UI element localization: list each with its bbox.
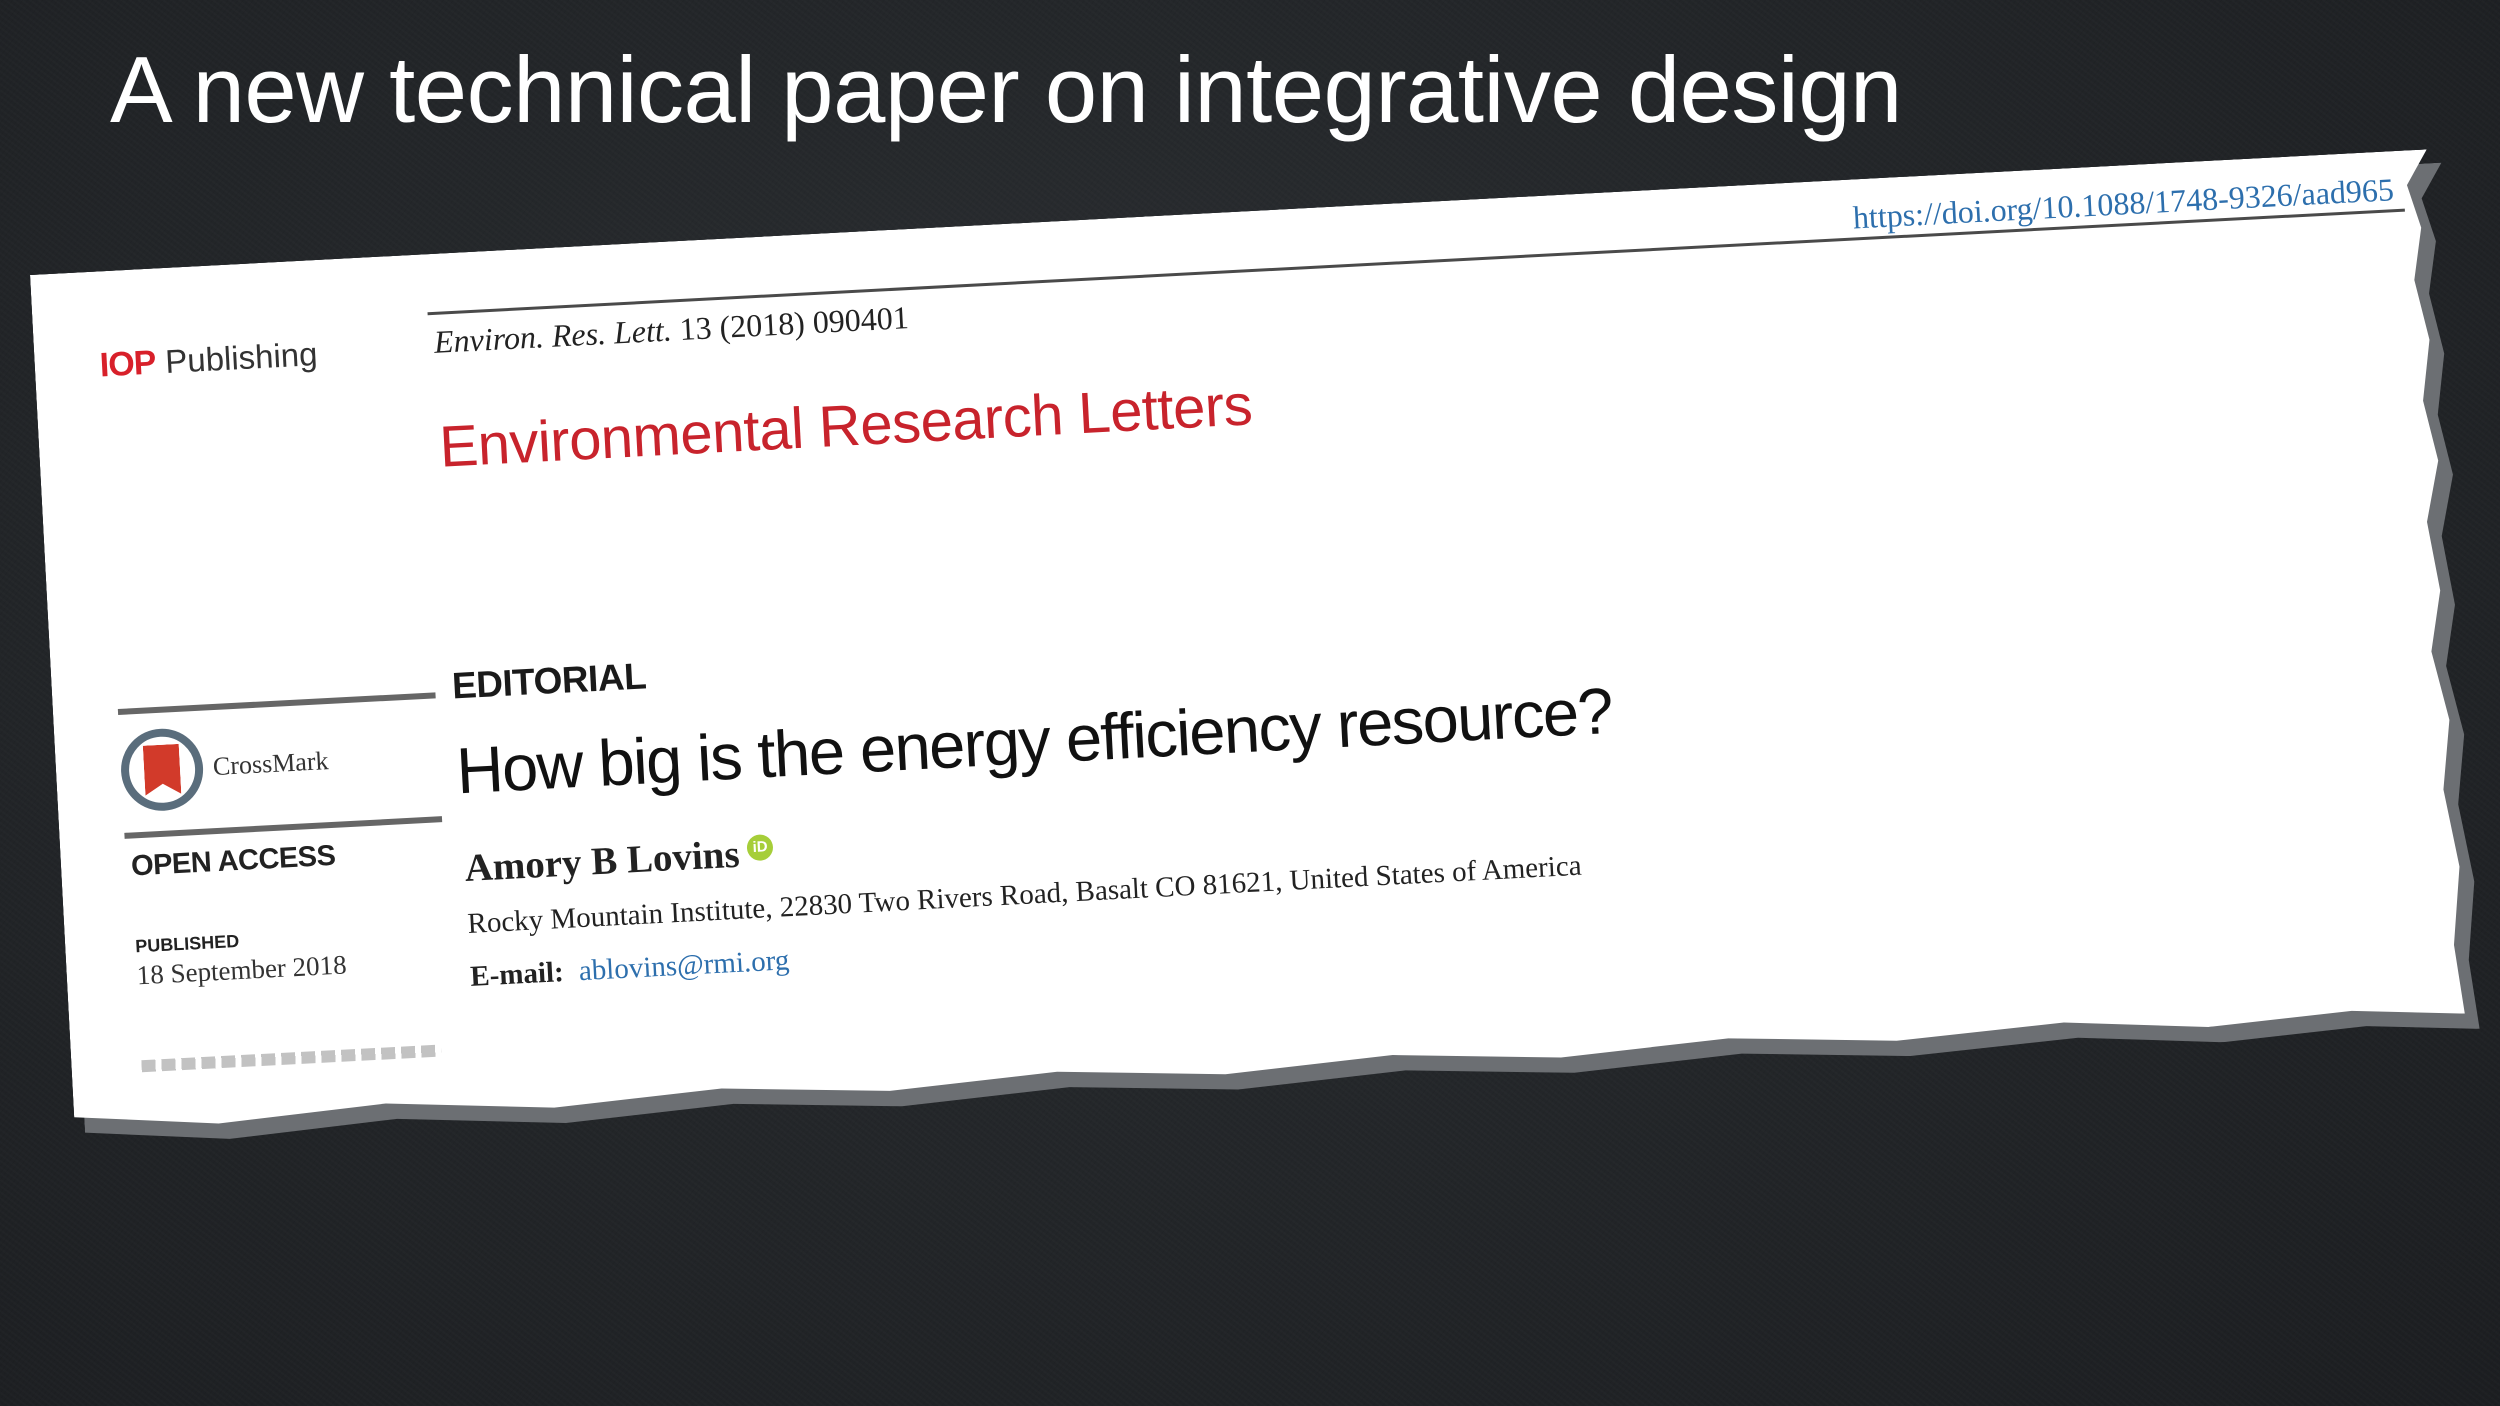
article-type: EDITORIAL — [451, 655, 648, 707]
author-line: Amory B Lovins iD — [463, 830, 774, 891]
header-rule — [427, 209, 2404, 316]
citation-volume: 13 (2018) 090401 — [678, 299, 910, 348]
iop-mark: IOP — [98, 343, 157, 385]
crossmark-flag — [143, 744, 182, 796]
doi-link[interactable]: https://doi.org/10.1088/1748-9326/aad965 — [1852, 171, 2395, 236]
slide-title: A new technical paper on integrative des… — [110, 37, 1902, 142]
sidebar-rule-top — [118, 692, 436, 715]
paper-clipping: IOP Publishing Environ. Res. Lett. 13 (2… — [30, 149, 2472, 1138]
author-email: E-mail: ablovins@rmi.org — [470, 944, 791, 994]
author-name: Amory B Lovins — [463, 832, 741, 891]
crossmark-badge[interactable]: CrossMark — [119, 720, 331, 813]
email-label: E-mail: — [469, 956, 565, 993]
open-access-label: OPEN ACCESS — [130, 839, 337, 883]
iop-publishing-logo: IOP Publishing — [99, 335, 319, 385]
email-link[interactable]: ablovins@rmi.org — [578, 944, 790, 987]
publisher-name: Publishing — [164, 335, 319, 381]
citation-journal: Environ. Res. Lett. — [433, 311, 673, 360]
sidebar-rule-middle — [124, 816, 442, 839]
paper-page: IOP Publishing Environ. Res. Lett. 13 (2… — [30, 149, 2472, 1138]
truncated-text-line — [141, 1045, 441, 1073]
journal-title: Environmental Research Letters — [437, 372, 1254, 480]
crossmark-label: CrossMark — [212, 746, 330, 782]
published-label: PUBLISHED — [134, 930, 240, 957]
crossmark-icon — [119, 727, 205, 813]
orcid-icon[interactable]: iD — [746, 833, 773, 860]
